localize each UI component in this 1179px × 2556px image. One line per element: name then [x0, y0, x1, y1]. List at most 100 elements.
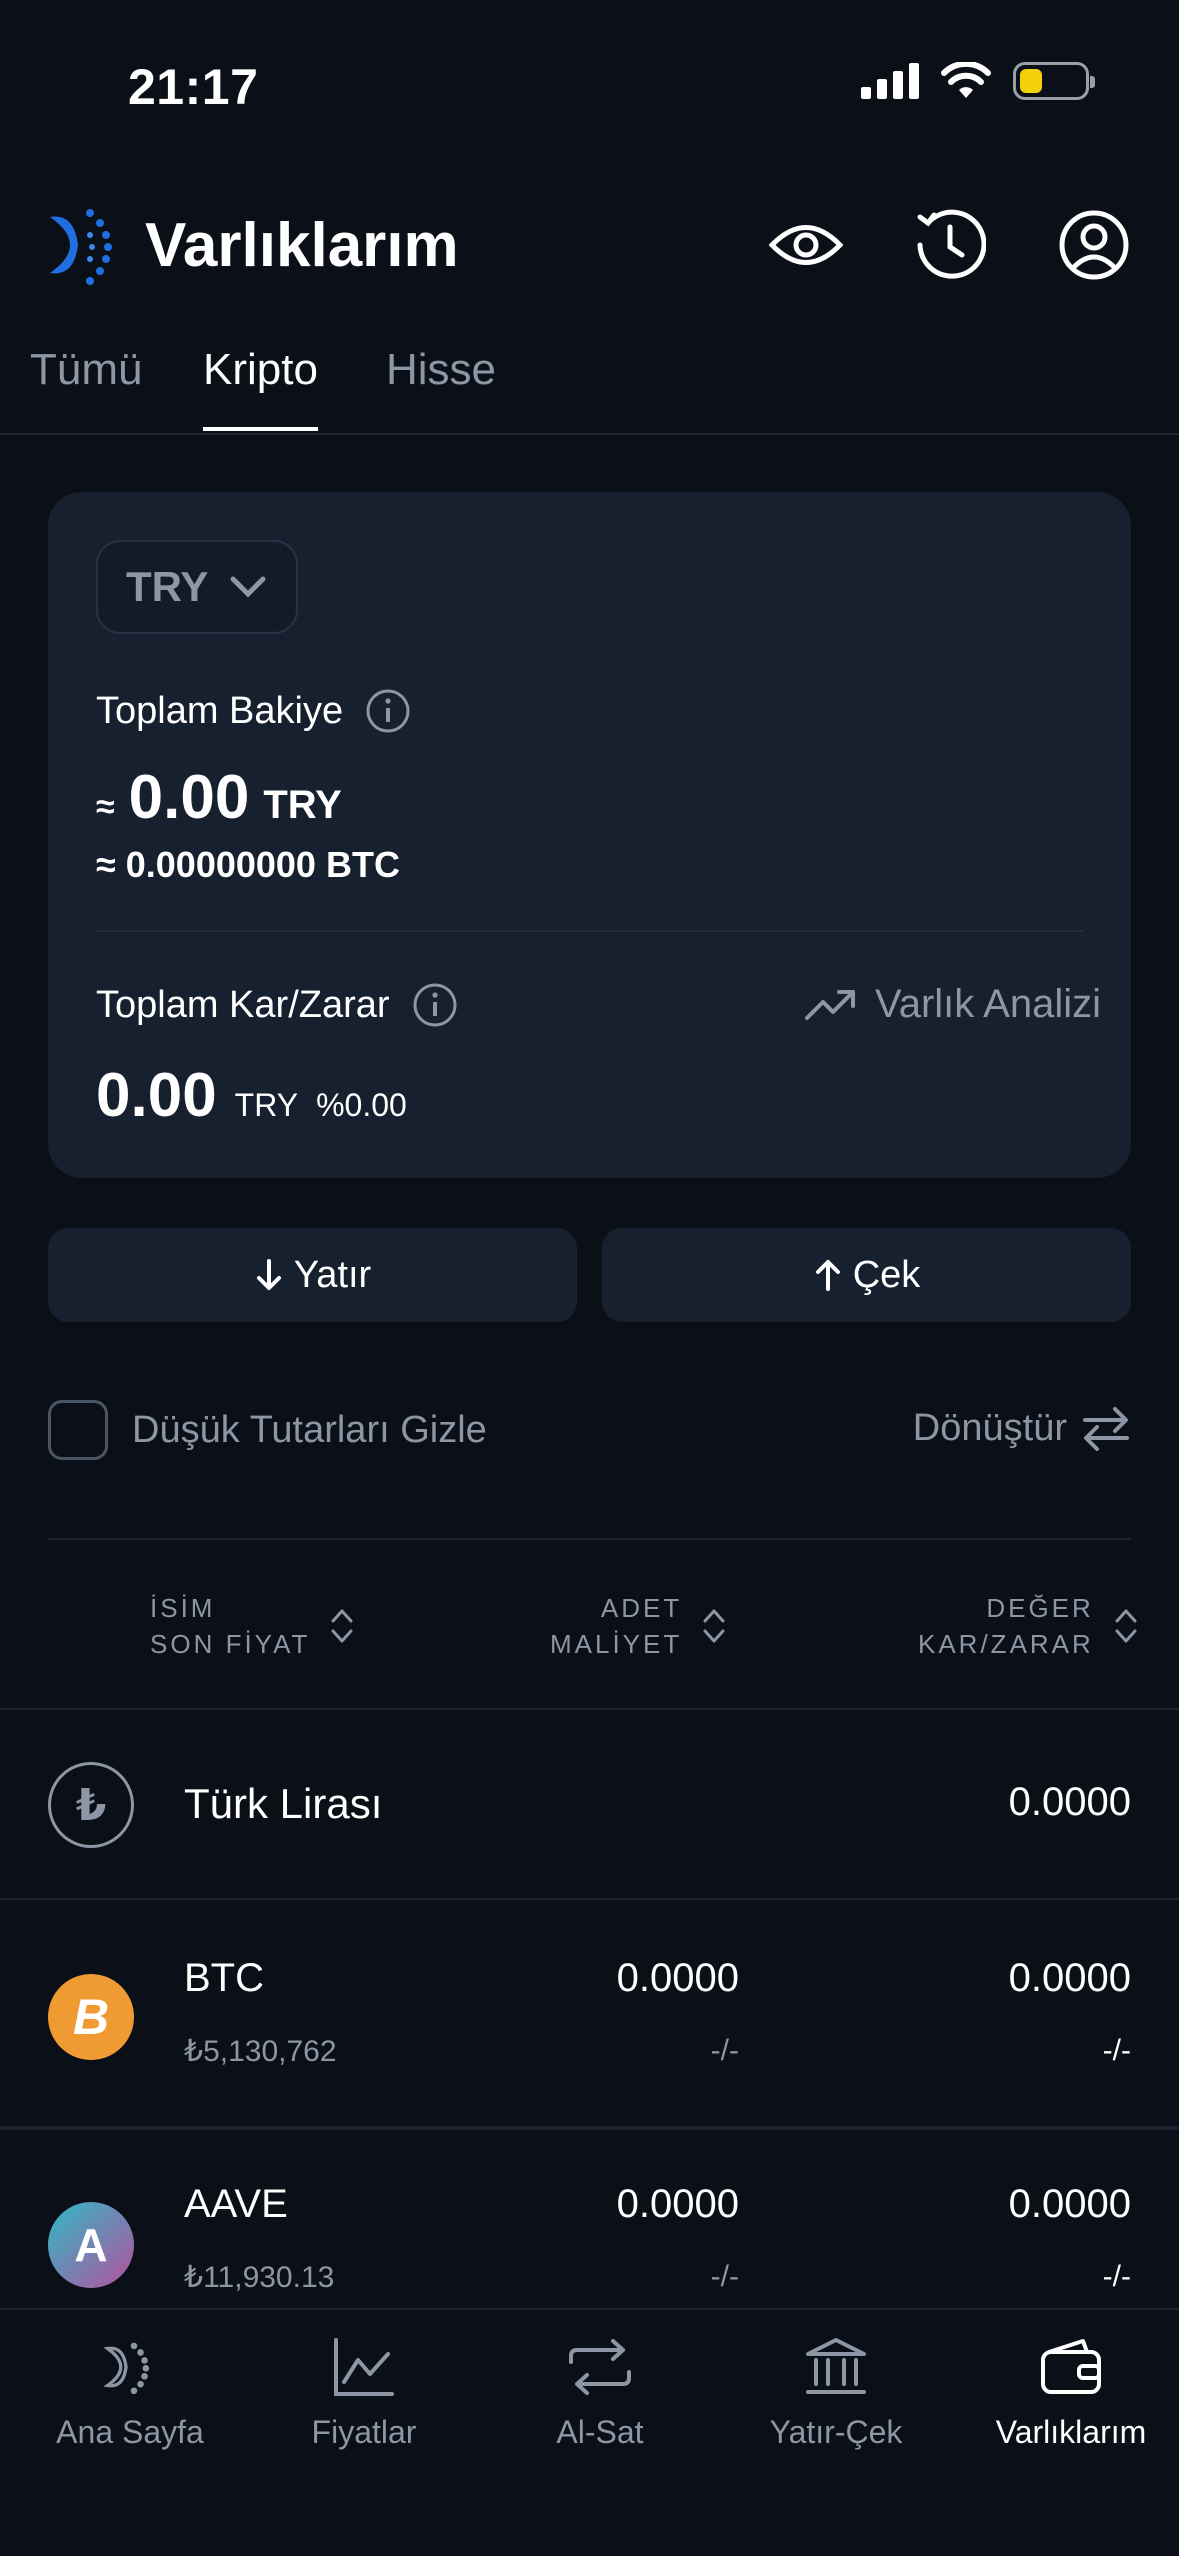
sort-by-value[interactable]: DEĞER KAR/ZARAR	[918, 1590, 1138, 1662]
info-icon[interactable]	[365, 688, 411, 734]
asset-row-try[interactable]: ₺ Türk Lirası 0.0000	[0, 1710, 1179, 1900]
battery-icon	[1013, 62, 1095, 100]
convert-button[interactable]: Dönüştür	[913, 1404, 1131, 1452]
status-icons	[861, 62, 1095, 100]
balance-value: 0.00	[128, 763, 250, 832]
column-amount-line2: MALİYET	[550, 1629, 683, 1659]
currency-select[interactable]: TRY	[96, 540, 298, 634]
brand-logo-icon	[50, 209, 112, 285]
profit-loss-label-row: Toplam Kar/Zarar	[96, 982, 458, 1028]
page-title: Varlıklarım	[145, 211, 459, 280]
column-name-line2: SON FİYAT	[150, 1629, 311, 1659]
deposit-button[interactable]: Yatır	[48, 1228, 577, 1322]
trend-up-icon	[804, 989, 855, 1020]
nav-label: Fiyatlar	[311, 2414, 417, 2450]
asset-row-aave[interactable]: A AAVE ₺11,930.13 0.0000 -/- 0.0000 -/-	[0, 2130, 1179, 2308]
sort-icon	[331, 1609, 353, 1643]
chart-icon	[329, 2332, 399, 2402]
asset-value: 0.0000	[1008, 1956, 1131, 2000]
sort-icon	[703, 1609, 725, 1643]
tab-hisse[interactable]: Hisse	[386, 345, 496, 395]
profit-loss-percent: %0.00	[316, 1087, 407, 1123]
hide-small-label: Düşük Tutarları Gizle	[132, 1408, 487, 1451]
bottom-nav: Ana Sayfa Fiyatlar Al-Sat Yatır-Çek Varl…	[0, 2308, 1179, 2556]
column-value-line1: DEĞER	[986, 1593, 1094, 1623]
section-divider	[48, 1538, 1131, 1540]
wallet-icon	[1036, 2332, 1106, 2402]
arrow-down-icon	[256, 1259, 281, 1290]
asset-last-price: ₺11,930.13	[184, 2261, 335, 2294]
asset-tabs: Tümü Kripto Hisse	[0, 345, 1179, 435]
total-balance-label-row: Toplam Bakiye	[96, 688, 411, 734]
profit-loss-value: 0.00	[96, 1061, 217, 1130]
total-balance-label: Toplam Bakiye	[96, 689, 344, 732]
asset-analysis-label: Varlık Analizi	[874, 982, 1101, 1026]
withdraw-button[interactable]: Çek	[602, 1228, 1131, 1322]
asset-profit-loss: -/-	[1102, 2034, 1131, 2067]
nav-home[interactable]: Ana Sayfa	[12, 2332, 248, 2451]
arrow-up-icon	[815, 1260, 840, 1291]
sort-by-amount[interactable]: ADET MALİYET	[550, 1590, 726, 1662]
column-amount-line1: ADET	[600, 1593, 683, 1623]
balance-btc: ≈ 0.00000000 BTC	[96, 844, 400, 885]
exchange-icon	[565, 2332, 635, 2402]
asset-cost: -/-	[710, 2034, 739, 2067]
status-time: 21:17	[128, 59, 259, 115]
profit-loss-unit: TRY	[234, 1087, 299, 1123]
deposit-label: Yatır	[293, 1253, 372, 1296]
aave-icon: A	[48, 2202, 134, 2288]
eye-icon[interactable]	[766, 205, 846, 285]
bank-icon	[801, 2332, 871, 2402]
card-divider	[96, 930, 1083, 932]
asset-name: AAVE	[184, 2182, 288, 2226]
column-amount-header: ADET MALİYET	[550, 1590, 682, 1662]
balance-unit: TRY	[263, 783, 342, 827]
brand-home-icon	[95, 2332, 165, 2402]
nav-label: Varlıklarım	[995, 2414, 1147, 2450]
asset-name: BTC	[184, 1956, 264, 2000]
status-bar: 21:17	[0, 0, 1179, 170]
nav-trade[interactable]: Al-Sat	[482, 2332, 718, 2451]
swap-icon	[1083, 1407, 1129, 1451]
tab-kripto[interactable]: Kripto	[203, 345, 318, 431]
cellular-signal-icon	[861, 63, 919, 99]
asset-row-btc[interactable]: B BTC ₺5,130,762 0.0000 -/- 0.0000 -/-	[0, 1900, 1179, 2126]
sort-icon	[1115, 1609, 1137, 1643]
hide-small-balances[interactable]: Düşük Tutarları Gizle	[48, 1400, 487, 1460]
withdraw-label: Çek	[852, 1253, 921, 1296]
column-name-line1: İSİM	[150, 1593, 216, 1623]
nav-label: Yatır-Çek	[769, 2414, 903, 2450]
asset-name: Türk Lirası	[184, 1780, 383, 1827]
hide-small-checkbox[interactable]	[48, 1400, 108, 1460]
asset-value: 0.0000	[1008, 1780, 1131, 1824]
asset-analysis-link[interactable]: Varlık Analizi	[804, 982, 1101, 1027]
currency-label: TRY	[126, 563, 209, 610]
asset-profit-loss: -/-	[1102, 2260, 1131, 2293]
asset-cost: -/-	[710, 2260, 739, 2293]
balance-amount: ≈ 0.00 TRY	[96, 762, 342, 833]
tab-tumu[interactable]: Tümü	[30, 345, 142, 395]
profit-loss-label: Toplam Kar/Zarar	[96, 983, 390, 1026]
info-icon[interactable]	[412, 982, 458, 1028]
nav-label: Ana Sayfa	[56, 2414, 204, 2450]
convert-label: Dönüştür	[912, 1406, 1067, 1449]
asset-amount: 0.0000	[616, 2182, 739, 2226]
nav-deposit-withdraw[interactable]: Yatır-Çek	[718, 2332, 954, 2451]
profit-loss-amount: 0.00 TRY %0.00	[96, 1060, 407, 1131]
header: Varlıklarım	[0, 190, 1179, 300]
nav-assets[interactable]: Varlıklarım	[953, 2332, 1179, 2451]
nav-label: Al-Sat	[556, 2414, 644, 2450]
asset-amount: 0.0000	[616, 1956, 739, 2000]
nav-prices[interactable]: Fiyatlar	[246, 2332, 482, 2451]
profile-icon[interactable]	[1054, 205, 1134, 285]
column-value-line2: KAR/ZARAR	[918, 1629, 1094, 1659]
approx-symbol: ≈	[96, 788, 115, 826]
asset-last-price: ₺5,130,762	[184, 2035, 337, 2068]
chevron-down-icon	[230, 576, 266, 598]
history-icon[interactable]	[910, 205, 990, 285]
asset-value: 0.0000	[1008, 2182, 1131, 2226]
bitcoin-icon: B	[48, 1974, 134, 2060]
lira-icon: ₺	[48, 1762, 134, 1848]
column-name-header: İSİM SON FİYAT	[150, 1590, 310, 1662]
sort-by-name[interactable]: İSİM SON FİYAT	[150, 1590, 354, 1662]
